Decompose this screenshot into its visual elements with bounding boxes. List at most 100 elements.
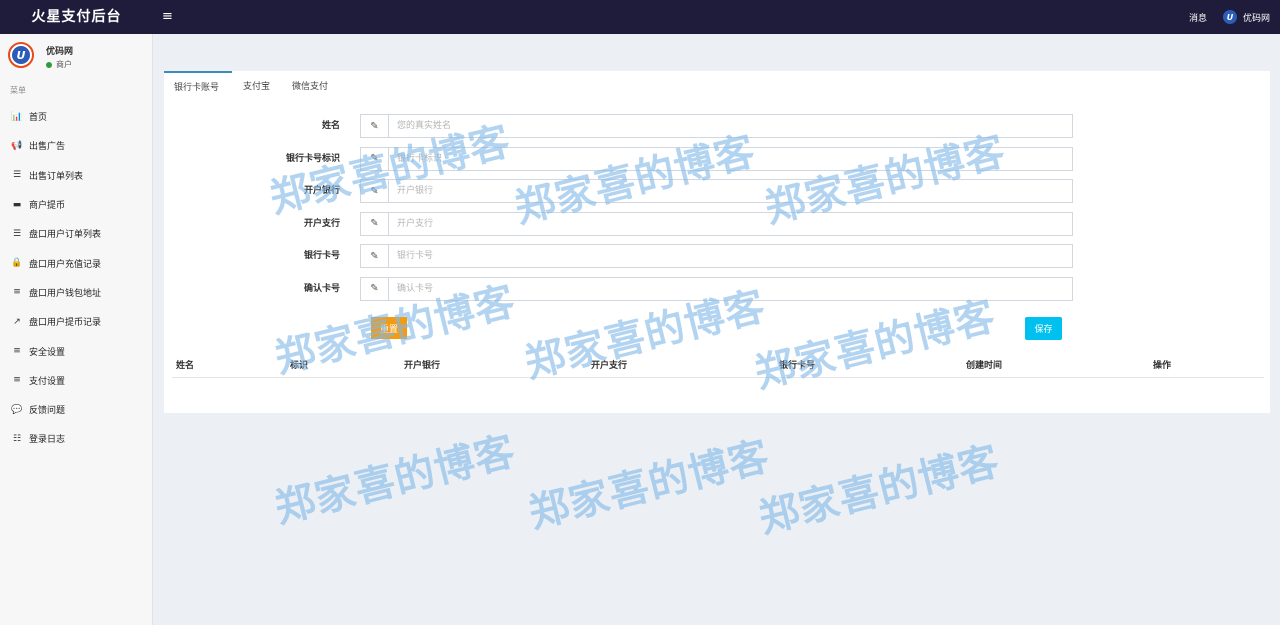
sidebar-item-label: 商户提币 <box>29 201 66 212</box>
branch-input[interactable] <box>389 212 1072 235</box>
user-logo-icon: U <box>1222 10 1237 24</box>
reset-button[interactable]: 重置 <box>371 317 407 339</box>
watermark-text: 郑家喜的博客 <box>270 428 521 533</box>
pencil-icon: ✎ <box>361 212 389 235</box>
bank-input-group: ✎ <box>360 179 1073 203</box>
external-link-icon: ↗ <box>13 316 21 327</box>
card-tag-input[interactable] <box>389 147 1072 170</box>
pencil-icon: ✎ <box>361 180 389 202</box>
sidebar-item-login-log[interactable]: ☷ 登录日志 <box>0 424 152 453</box>
sidebar-item-merchant-withdraw[interactable]: ▬ 商户提币 <box>0 190 152 219</box>
sidebar: U 优码网 商户 菜单 📊 首页 📢 出售广告 ☰ 出售订单列表 ▬ 商户提币 ☰ 盘口用… <box>0 34 153 625</box>
bank-input[interactable] <box>389 180 1072 202</box>
card-tag-input-group: ✎ <box>360 146 1073 171</box>
credit-card-icon: ▬ <box>12 199 22 210</box>
sidebar-item-label: 盘口用户提币记录 <box>29 318 102 329</box>
app-title[interactable]: 火星支付后台 <box>0 0 153 34</box>
bank-label: 开户银行 <box>303 186 340 196</box>
sidebar-item-user-recharge[interactable]: 🔒 盘口用户充值记录 <box>0 248 152 277</box>
pencil-icon: ✎ <box>361 115 389 137</box>
column-header: 操作 <box>1153 361 1172 371</box>
bars-icon: ≡ <box>13 375 21 386</box>
list-ol-icon: ☷ <box>12 433 22 444</box>
form-row-bank: 开户银行 ✎ <box>164 179 1270 203</box>
sidebar-item-user-wallet[interactable]: ≡ 盘口用户钱包地址 <box>0 278 152 307</box>
sidebar-item-label: 出售广告 <box>29 142 66 153</box>
sidebar-item-label: 首页 <box>29 113 48 124</box>
tab-bank-card[interactable]: 银行卡账号 <box>164 71 232 103</box>
column-header: 开户银行 <box>404 361 441 371</box>
column-header: 银行卡号 <box>779 361 816 371</box>
list-icon: ☰ <box>12 228 22 239</box>
top-navbar: 火星支付后台 ≡ 消息 U 优码网 <box>0 0 1280 34</box>
menu-toggle-icon[interactable]: ≡ <box>162 9 173 24</box>
bars-icon: ≡ <box>13 346 21 357</box>
name-input-group: ✎ <box>360 114 1073 138</box>
user-menu-name: 优码网 <box>1242 13 1270 24</box>
watermark-text: 郑家喜的博客 <box>754 438 1005 543</box>
user-role: 商户 <box>56 60 72 69</box>
sidebar-item-user-orders[interactable]: ☰ 盘口用户订单列表 <box>0 219 152 248</box>
avatar-logo-icon: U <box>12 46 30 64</box>
column-header: 姓名 <box>176 361 195 371</box>
column-header: 标识 <box>290 361 309 371</box>
comment-icon: 💬 <box>11 404 23 415</box>
user-status: 商户 <box>46 59 72 70</box>
lock-icon: 🔒 <box>11 258 23 269</box>
confirm-card-input-group: ✎ <box>360 276 1073 301</box>
column-header: 创建时间 <box>966 361 1003 371</box>
list-icon: ☰ <box>12 170 22 181</box>
sidebar-item-sell-orders[interactable]: ☰ 出售订单列表 <box>0 161 152 190</box>
navbar-right: 消息 U 优码网 <box>1189 0 1270 34</box>
confirm-card-label: 确认卡号 <box>303 283 340 294</box>
pencil-icon: ✎ <box>361 245 389 267</box>
online-dot-icon <box>46 61 52 68</box>
sidebar-item-label: 反馈问题 <box>29 406 66 417</box>
sidebar-user-name: 优码网 <box>46 47 74 57</box>
sidebar-menu: 📊 首页 📢 出售广告 ☰ 出售订单列表 ▬ 商户提币 ☰ 盘口用户订单列表 🔒 盘口用户充… <box>0 102 152 454</box>
sidebar-item-home[interactable]: 📊 首页 <box>0 102 152 131</box>
sidebar-item-label: 安全设置 <box>29 347 66 358</box>
column-header: 开户支行 <box>591 361 628 371</box>
sidebar-item-label: 登录日志 <box>29 435 66 446</box>
form-row-branch: 开户支行 ✎ <box>164 211 1270 236</box>
pencil-icon: ✎ <box>361 277 389 300</box>
name-input[interactable] <box>389 115 1072 137</box>
table-header: 姓名 标识 开户银行 开户支行 银行卡号 创建时间 操作 <box>172 354 1264 378</box>
branch-label: 开户支行 <box>303 218 340 229</box>
name-label: 姓名 <box>321 121 340 131</box>
confirm-card-input[interactable] <box>389 277 1072 300</box>
save-button[interactable]: 保存 <box>1025 317 1062 340</box>
bullhorn-icon: 📢 <box>11 140 23 151</box>
sidebar-item-sell-ads[interactable]: 📢 出售广告 <box>0 131 152 160</box>
branch-input-group: ✎ <box>360 211 1073 236</box>
sidebar-item-label: 盘口用户订单列表 <box>29 230 102 241</box>
watermark-text: 郑家喜的博客 <box>524 433 775 538</box>
user-menu[interactable]: U 优码网 <box>1222 10 1270 24</box>
form-row-name: 姓名 ✎ <box>164 114 1270 138</box>
sidebar-item-security[interactable]: ≡ 安全设置 <box>0 336 152 365</box>
tab-alipay[interactable]: 支付宝 <box>232 71 281 103</box>
sidebar-item-label: 盘口用户钱包地址 <box>29 288 102 299</box>
form-row-confirm-card: 确认卡号 ✎ <box>164 276 1270 301</box>
sidebar-item-feedback[interactable]: 💬 反馈问题 <box>0 395 152 424</box>
tab-wechat-pay[interactable]: 微信支付 <box>281 71 339 103</box>
bar-chart-icon: 📊 <box>11 111 23 122</box>
card-number-input[interactable] <box>389 245 1072 267</box>
tab-bar: 银行卡账号 支付宝 微信支付 <box>164 71 339 103</box>
messages-link[interactable]: 消息 <box>1189 11 1207 24</box>
card-number-label: 银行卡号 <box>303 251 340 261</box>
card-number-input-group: ✎ <box>360 244 1073 268</box>
sidebar-item-label: 支付设置 <box>29 376 66 387</box>
avatar: U <box>8 42 34 68</box>
sidebar-item-user-withdraw[interactable]: ↗ 盘口用户提币记录 <box>0 307 152 336</box>
user-panel: U 优码网 商户 <box>0 34 152 76</box>
sidebar-item-payment-settings[interactable]: ≡ 支付设置 <box>0 366 152 395</box>
main-panel: 银行卡账号 支付宝 微信支付 姓名 ✎ 银行卡号标识 ✎ 开户银行 ✎ 开户支行… <box>164 71 1270 413</box>
pencil-icon: ✎ <box>361 147 389 170</box>
bars-icon: ≡ <box>13 287 21 298</box>
menu-header: 菜单 <box>10 86 26 95</box>
card-tag-label: 银行卡号标识 <box>285 153 340 164</box>
form-row-card-tag: 银行卡号标识 ✎ <box>164 146 1270 171</box>
sidebar-item-label: 出售订单列表 <box>29 171 84 182</box>
